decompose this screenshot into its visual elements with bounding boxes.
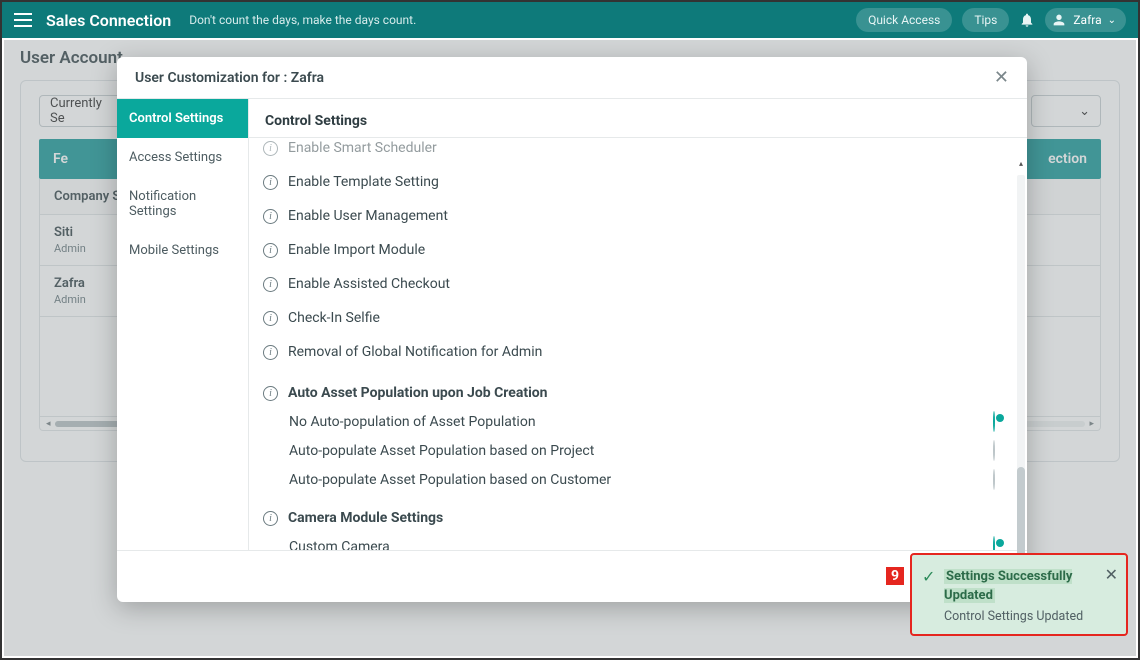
radio-label: Auto-populate Asset Population based on … [289,443,594,459]
radio-row: No Auto-population of Asset Population [249,407,1021,436]
tab-control-settings[interactable]: Control Settings [117,99,248,138]
close-icon[interactable]: ✕ [994,67,1009,88]
info-icon[interactable]: i [263,511,278,526]
asset-population-heading: i Auto Asset Population upon Job Creatio… [249,369,1021,407]
user-menu[interactable]: Zafra ⌄ [1045,8,1126,32]
tagline: Don't count the days, make the days coun… [189,13,416,27]
avatar-icon [1051,12,1067,28]
toast-message: Control Settings Updated [944,609,1098,624]
modal-title: User Customization for : Zafra [135,70,324,86]
setting-row: i Removal of Global Notification for Adm… [249,335,1021,369]
user-name: Zafra [1073,13,1101,27]
radio-label: Custom Camera [289,539,390,551]
setting-label: Removal of Global Notification for Admin [288,344,542,360]
setting-label: Enable Import Module [288,242,425,258]
info-icon[interactable]: i [263,345,278,360]
settings-side-tabs: Control Settings Access Settings Notific… [117,99,249,550]
close-icon[interactable]: ✕ [1105,565,1118,584]
setting-row: i Enable Import Module [249,233,1021,267]
menu-icon[interactable] [14,13,32,27]
callout-badge: 9 [886,567,904,585]
tab-notification-settings[interactable]: Notification Settings [117,177,248,231]
info-icon[interactable]: i [263,311,278,326]
radio-row: Auto-populate Asset Population based on … [249,465,1021,494]
radio-row: Auto-populate Asset Population based on … [249,436,1021,465]
bell-icon[interactable] [1019,12,1035,28]
setting-label: Enable User Management [288,208,448,224]
radio-label: Auto-populate Asset Population based on … [289,472,611,488]
quick-access-button[interactable]: Quick Access [856,8,952,32]
info-icon[interactable]: i [263,386,278,401]
info-icon[interactable]: i [263,209,278,224]
scroll-up-icon[interactable]: ▴ [1017,159,1025,171]
setting-row: i Enable User Management [249,199,1021,233]
user-customization-modal: User Customization for : Zafra ✕ Control… [117,57,1027,602]
content-section-title: Control Settings [249,99,1027,138]
brand-name: Sales Connection [46,11,171,30]
info-icon[interactable]: i [263,175,278,190]
tab-access-settings[interactable]: Access Settings [117,138,248,177]
setting-row: i Enable Template Setting [249,165,1021,199]
check-icon: ✓ [922,567,935,586]
setting-label: Enable Smart Scheduler [288,140,437,156]
radio-customer[interactable] [993,469,995,490]
success-toast: ✓ ✕ Settings Successfully Updated Contro… [910,553,1128,636]
vertical-scrollbar[interactable] [1017,175,1025,536]
info-icon[interactable]: i [263,141,278,156]
radio-custom-camera[interactable] [993,536,995,550]
setting-row: i Enable Assisted Checkout [249,267,1021,301]
toast-title: Settings Successfully Updated [944,569,1072,603]
radio-project[interactable] [993,440,995,461]
setting-row: i Enable Smart Scheduler [249,138,1021,165]
radio-label: No Auto-population of Asset Population [289,414,536,430]
chevron-down-icon: ⌄ [1108,15,1116,26]
camera-module-heading: i Camera Module Settings [249,494,1021,532]
setting-row: i Check-In Selfie [249,301,1021,335]
tips-button[interactable]: Tips [962,8,1009,32]
setting-label: Enable Template Setting [288,174,439,190]
app-topbar: Sales Connection Don't count the days, m… [2,2,1138,38]
tab-mobile-settings[interactable]: Mobile Settings [117,231,248,270]
settings-scroll-area[interactable]: i Enable Smart Scheduler i Enable Templa… [249,138,1027,550]
info-icon[interactable]: i [263,243,278,258]
setting-label: Enable Assisted Checkout [288,276,450,292]
setting-label: Check-In Selfie [288,310,380,326]
radio-row: Custom Camera [249,532,1021,550]
radio-no-auto[interactable] [993,411,995,432]
info-icon[interactable]: i [263,277,278,292]
